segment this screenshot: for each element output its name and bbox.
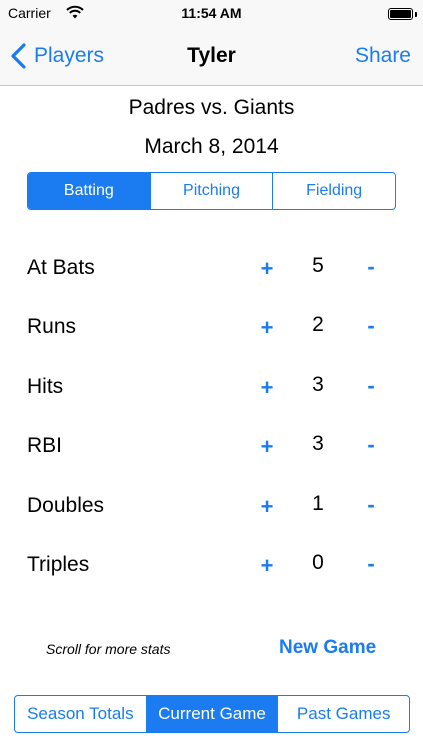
stat-row-runs: Runs + 2 - — [0, 309, 423, 349]
stat-value: 3 — [312, 373, 324, 396]
tab-current-game[interactable]: Current Game — [145, 696, 278, 732]
stat-category-segmented-control: Batting Pitching Fielding — [27, 172, 396, 210]
back-button[interactable]: Players — [8, 41, 104, 71]
decrement-triples-button[interactable]: - — [361, 551, 381, 577]
increment-hits-button[interactable]: + — [257, 375, 277, 401]
view-segmented-control: Season Totals Current Game Past Games — [14, 695, 410, 733]
battery-icon — [388, 8, 413, 20]
battery-level — [390, 10, 411, 18]
increment-rbi-button[interactable]: + — [257, 434, 277, 460]
stat-row-triples: Triples + 0 - — [0, 547, 423, 587]
decrement-hits-button[interactable]: - — [361, 373, 381, 399]
tab-batting[interactable]: Batting — [28, 173, 150, 209]
increment-runs-button[interactable]: + — [257, 315, 277, 341]
increment-triples-button[interactable]: + — [257, 553, 277, 579]
stat-label: Doubles — [27, 494, 105, 517]
scroll-hint: Scroll for more stats — [46, 641, 171, 657]
stat-row-at-bats: At Bats + 5 - — [0, 250, 423, 290]
status-clock: 11:54 AM — [181, 5, 242, 21]
game-date: March 8, 2014 — [144, 135, 279, 158]
stat-label: Triples — [27, 553, 90, 576]
tab-pitching[interactable]: Pitching — [149, 173, 273, 209]
stat-row-rbi: RBI + 3 - — [0, 428, 423, 468]
decrement-at-bats-button[interactable]: - — [361, 254, 381, 280]
stat-value: 2 — [312, 313, 324, 336]
new-game-button[interactable]: New Game — [279, 637, 376, 659]
stat-label: At Bats — [27, 256, 95, 279]
stat-label: Runs — [27, 315, 77, 338]
decrement-rbi-button[interactable]: - — [361, 432, 381, 458]
stat-row-doubles: Doubles + 1 - — [0, 488, 423, 528]
status-bar: Carrier 11:54 AM — [0, 0, 423, 28]
navigation-bar: Players Tyler Share — [0, 28, 423, 86]
game-title: Padres vs. Giants — [128, 96, 295, 119]
share-button[interactable]: Share — [355, 44, 411, 68]
decrement-doubles-button[interactable]: - — [361, 492, 381, 518]
tab-fielding[interactable]: Fielding — [272, 173, 395, 209]
chevron-left-icon — [11, 43, 26, 69]
stat-value: 5 — [312, 254, 324, 277]
stat-label: Hits — [27, 375, 64, 398]
stat-row-hits: Hits + 3 - — [0, 369, 423, 409]
tab-season-totals[interactable]: Season Totals — [15, 696, 146, 732]
battery-nub — [415, 12, 417, 17]
stat-label: RBI — [27, 434, 63, 457]
stat-value: 3 — [312, 432, 324, 455]
decrement-runs-button[interactable]: - — [361, 313, 381, 339]
stat-value: 1 — [312, 492, 324, 515]
back-button-label: Players — [34, 44, 105, 67]
increment-at-bats-button[interactable]: + — [257, 256, 277, 282]
tab-past-games[interactable]: Past Games — [277, 696, 409, 732]
stat-value: 0 — [312, 551, 324, 574]
increment-doubles-button[interactable]: + — [257, 494, 277, 520]
